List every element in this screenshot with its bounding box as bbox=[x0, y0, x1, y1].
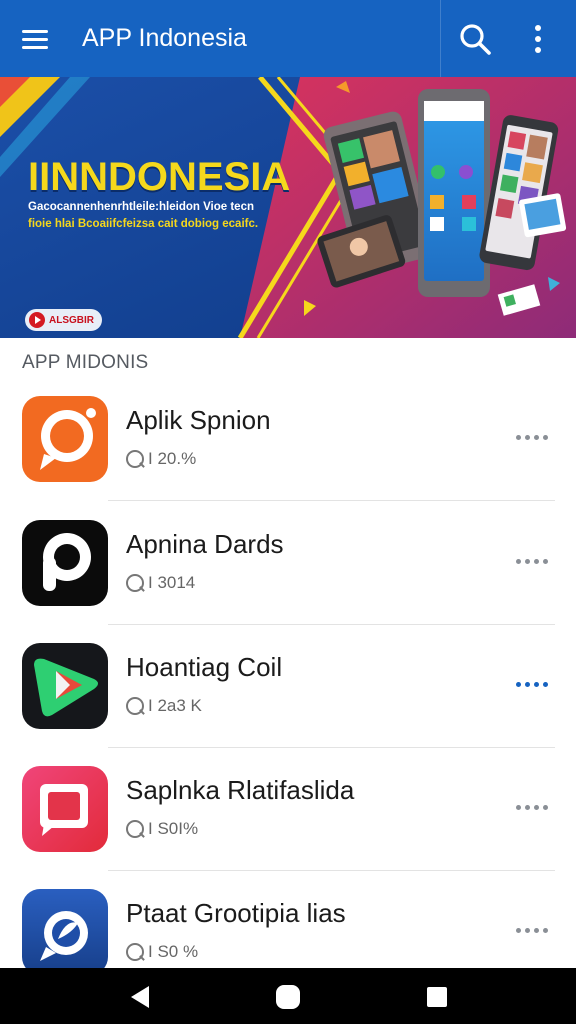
app-title: APP Indonesia bbox=[82, 24, 247, 52]
more-vert-icon[interactable] bbox=[526, 22, 550, 56]
system-nav-bar bbox=[0, 968, 576, 1024]
app-list-item[interactable]: Aplik Spnion I 20.% bbox=[0, 379, 576, 501]
app-name: Aplik Spnion bbox=[126, 405, 271, 435]
chat-bubble-blue-icon bbox=[22, 889, 108, 975]
app-meta-value: I S0 % bbox=[148, 942, 199, 961]
more-options-icon[interactable] bbox=[516, 805, 552, 813]
app-list-item[interactable]: Saplnka Rlatifaslida I S0I% bbox=[0, 749, 576, 871]
download-count-icon bbox=[126, 820, 144, 838]
more-options-icon[interactable] bbox=[516, 559, 552, 567]
play-store-icon bbox=[22, 643, 108, 729]
app-meta: I 3014 bbox=[126, 573, 195, 593]
search-icon[interactable] bbox=[456, 20, 494, 58]
download-count-icon bbox=[126, 943, 144, 961]
banner-subtitle-1: Gacocannenhenrhtleile:hleidon Vioe tecn bbox=[28, 201, 255, 213]
recents-square-icon[interactable] bbox=[424, 984, 450, 1010]
list-divider bbox=[108, 500, 555, 501]
back-triangle-icon[interactable] bbox=[127, 984, 153, 1010]
app-list-item[interactable]: Apnina Dards I 3014 bbox=[0, 503, 576, 625]
banner-badge[interactable]: ALSGBIR bbox=[25, 309, 102, 331]
app-name: Apnina Dards bbox=[126, 529, 284, 559]
banner-headline: IINNDONESIA bbox=[28, 155, 291, 199]
app-name: Saplnka Rlatifaslida bbox=[126, 775, 355, 805]
square-chat-red-icon bbox=[22, 766, 108, 852]
download-count-icon bbox=[126, 697, 144, 715]
chat-bubble-orange-icon bbox=[22, 396, 108, 482]
banner-subtitle-2: fioie hlai Bcoaiifcfeizsa cait dobiog ec… bbox=[28, 218, 259, 230]
home-circle-icon[interactable] bbox=[275, 984, 301, 1010]
app-meta: I S0 % bbox=[126, 942, 198, 962]
p-logo-icon bbox=[22, 520, 108, 606]
list-divider bbox=[108, 624, 555, 625]
section-title: APP MIDONIS bbox=[22, 352, 149, 373]
banner-badge-label: ALSGBIR bbox=[49, 314, 94, 326]
app-meta: I S0I% bbox=[126, 819, 198, 839]
app-meta: I 20.% bbox=[126, 449, 196, 469]
download-count-icon bbox=[126, 450, 144, 468]
promo-banner[interactable]: IINNDONESIA Gacocannenhenrhtleile:hleido… bbox=[0, 77, 576, 338]
app-meta-value: I 3014 bbox=[148, 573, 196, 592]
more-options-icon[interactable] bbox=[516, 435, 552, 443]
list-divider bbox=[108, 870, 555, 871]
app-meta-value: I 2a3 K bbox=[148, 696, 202, 715]
more-options-icon[interactable] bbox=[516, 682, 552, 690]
download-count-icon bbox=[126, 574, 144, 592]
hamburger-menu-icon[interactable] bbox=[20, 28, 52, 50]
app-meta-value: I 20.% bbox=[148, 449, 197, 468]
list-divider bbox=[108, 747, 555, 748]
app-meta-value: I S0I% bbox=[148, 819, 199, 838]
play-icon bbox=[29, 312, 45, 328]
app-list-item[interactable]: Hoantiag Coil I 2a3 K bbox=[0, 626, 576, 748]
app-meta: I 2a3 K bbox=[126, 696, 202, 716]
app-bar: APP Indonesia bbox=[0, 0, 576, 77]
app-name: Ptaat Grootipia lias bbox=[126, 898, 346, 928]
more-options-icon[interactable] bbox=[516, 928, 552, 936]
app-name: Hoantiag Coil bbox=[126, 652, 283, 682]
app-bar-divider bbox=[440, 0, 441, 77]
